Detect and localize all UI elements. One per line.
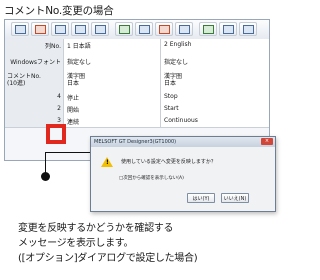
window-font-row: Windowsフォント 指定なし 指定なし xyxy=(5,55,269,72)
paste-icon xyxy=(75,25,86,34)
toolbar-button-9[interactable] xyxy=(175,22,193,36)
save-icon xyxy=(223,25,234,34)
comment-no-label: コメントNo. (10進) xyxy=(5,71,64,91)
warning-icon: ! xyxy=(101,157,113,167)
toolbar-button-10[interactable] xyxy=(199,22,217,36)
header-col1[interactable]: 1 日本語 xyxy=(64,39,161,55)
toolbar-button-1[interactable] xyxy=(11,22,29,36)
header-label: 列No. xyxy=(5,39,64,55)
import-icon xyxy=(119,25,130,34)
caption-line-2: メッセージを表示します。 xyxy=(18,238,134,249)
toolbar-button-7[interactable] xyxy=(135,22,153,36)
comment-no-row: コメントNo. (10進) 漢字圏 日本 漢字圏 日本 xyxy=(5,71,269,92)
settings-icon xyxy=(243,25,254,34)
window-font-col2[interactable]: 指定なし xyxy=(161,55,269,71)
export-icon xyxy=(139,25,150,34)
toolbar-button-3[interactable] xyxy=(51,22,69,36)
toolbar-button-4[interactable] xyxy=(71,22,89,36)
toolbar-button-8[interactable] xyxy=(155,22,173,36)
toolbar-button-12[interactable] xyxy=(239,22,257,36)
toolbar xyxy=(5,20,269,40)
row-col2[interactable]: Continuous xyxy=(161,115,269,127)
caption-line-1: 変更を反映するかどうかを確認する xyxy=(18,223,174,234)
toolbar-button-6[interactable] xyxy=(115,22,133,36)
confirm-dialog: MELSOFT GT Designer3(GT1000) × ! 使用している設… xyxy=(90,136,276,212)
document-icon xyxy=(203,25,214,34)
page-title: コメントNo.変更の場合 xyxy=(4,5,114,17)
row-col2[interactable]: Start xyxy=(161,103,269,115)
row-col1[interactable]: 開始 xyxy=(64,103,161,115)
caption-line-3: ([オプション]ダイアログで設定した場合) xyxy=(18,253,198,264)
row-col1[interactable]: 連続 xyxy=(64,115,161,127)
table-icon xyxy=(15,25,26,34)
toolbar-button-5[interactable] xyxy=(91,22,109,36)
edit-icon xyxy=(95,25,106,34)
dialog-checkbox[interactable]: □次回から確認を表示しない(A) xyxy=(119,175,184,181)
table-header-row: 列No. 1 日本語 2 English xyxy=(5,39,269,56)
window-font-col1[interactable]: 指定なし xyxy=(64,55,161,71)
delete-icon xyxy=(35,25,46,34)
leader-line-horizontal xyxy=(45,152,90,153)
leader-dot xyxy=(41,172,50,181)
row-number: 2 xyxy=(5,103,64,115)
row-col2[interactable]: Stop xyxy=(161,91,269,103)
toolbar-button-11[interactable] xyxy=(219,22,237,36)
grid-icon xyxy=(179,25,190,34)
no-button[interactable]: いいえ(N) xyxy=(221,193,249,203)
comment-no-col2[interactable]: 漢字圏 日本 xyxy=(161,71,269,91)
copy-icon xyxy=(55,25,66,34)
header-col2[interactable]: 2 English xyxy=(161,39,269,55)
close-icon[interactable]: × xyxy=(261,138,273,145)
leader-line xyxy=(45,152,46,174)
remove-column-icon xyxy=(159,25,170,34)
yes-button[interactable]: はい(Y) xyxy=(187,193,215,203)
caption: 変更を反映するかどうかを確認する メッセージを表示します。 ([オプション]ダイ… xyxy=(18,221,198,266)
row-col1[interactable]: 停止 xyxy=(64,91,161,103)
window-font-label: Windowsフォント xyxy=(5,55,64,71)
highlight-box xyxy=(46,124,66,144)
table-row[interactable]: 3 連続 Continuous xyxy=(5,115,269,128)
toolbar-button-2[interactable] xyxy=(31,22,49,36)
row-number: 4 xyxy=(5,91,64,103)
comment-no-col1[interactable]: 漢字圏 日本 xyxy=(64,71,161,91)
dialog-message: 使用している設定へ変更を反映しますか？ xyxy=(121,159,216,165)
dialog-title: MELSOFT GT Designer3(GT1000) xyxy=(91,137,275,147)
